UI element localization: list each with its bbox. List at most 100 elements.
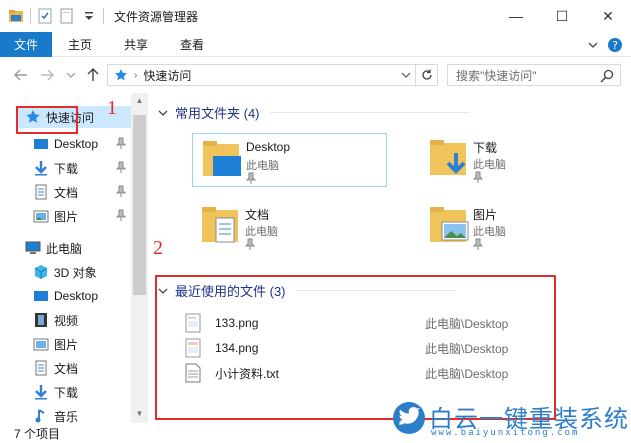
scroll-thumb[interactable] [133,115,146,295]
nav-item-pc-desktop[interactable]: Desktop [33,285,98,307]
nav-item-3d-objects[interactable]: 3D 对象 [33,261,97,283]
group-title: 常用文件夹 (4) [175,106,260,121]
close-button[interactable]: ✕ [585,0,631,32]
folder-tile-pictures[interactable]: 图片 此电脑 [420,200,615,254]
refresh-button[interactable] [416,64,438,86]
annotation-box-1 [16,106,78,134]
address-bar-row: › 快速访问 搜索"快速访问" [0,57,631,93]
documents-folder-icon [202,207,238,243]
help-icon[interactable]: ? [607,37,623,53]
nav-label: 此电脑 [46,241,83,256]
nav-item-pc-documents[interactable]: 文档 [33,357,78,379]
minimize-button[interactable]: — [493,0,539,32]
nav-item-pictures[interactable]: 图片 [33,205,133,227]
search-input[interactable]: 搜索"快速访问" [447,64,621,86]
nav-label: 图片 [54,337,79,352]
ribbon-tabs: 文件 主页 共享 查看 ? [0,31,631,57]
tab-file[interactable]: 文件 [0,31,53,57]
star-icon [115,69,127,81]
nav-label: 文档 [54,361,79,376]
toolbar-separator [30,8,31,24]
tab-home[interactable]: 主页 [52,32,108,57]
title-bar: 文件资源管理器 — ☐ ✕ [0,0,631,32]
nav-label: 下载 [54,385,79,400]
window-title: 文件资源管理器 [114,9,199,24]
chevron-down-icon [158,110,168,116]
new-folder-icon[interactable] [59,8,75,24]
nav-scrollbar[interactable]: ▲ ▼ [131,93,148,423]
pin-icon [473,171,483,183]
folder-location: 此电脑 [246,160,279,172]
back-button[interactable] [10,64,32,86]
nav-item-this-pc[interactable]: 此电脑 [25,237,82,259]
annotation-number-1: 1 [107,97,117,119]
breadcrumb[interactable]: 快速访问 [143,67,191,84]
up-arrow-icon [87,68,99,81]
folder-location: 此电脑 [245,226,278,238]
expand-ribbon-icon[interactable] [587,39,599,51]
quick-access-toolbar [0,0,110,32]
folder-location: 此电脑 [473,159,506,171]
pin-icon [245,238,255,250]
pictures-folder-icon [430,207,469,242]
forward-button[interactable] [36,64,58,86]
item-count: 7 个项目 [14,426,61,441]
maximize-button[interactable]: ☐ [539,0,585,32]
navigation-pane: 快速访问 Desktop 下载 文档 图片 此电脑 3D 对象 Desktop … [0,93,147,423]
scroll-down-icon[interactable]: ▼ [131,409,148,418]
nav-item-desktop[interactable]: Desktop [33,133,133,155]
toolbar-separator [103,8,104,24]
watermark-url: www.baiyunxitong.com [431,428,580,438]
recent-locations-button[interactable] [60,64,82,86]
tab-share[interactable]: 共享 [108,32,164,57]
desktop-icon [34,139,48,149]
address-dropdown-icon[interactable] [401,68,411,82]
group-divider [269,112,470,113]
address-box[interactable]: › 快速访问 [107,64,416,86]
pin-icon [116,209,126,221]
download-arrow-icon [35,161,47,176]
nav-label: 视频 [54,313,79,328]
folder-name: 图片 [473,208,498,222]
watermark: 白云一键重装系统 www.baiyunxitong.com [389,397,631,443]
pin-icon [116,137,126,149]
frequent-folders-header[interactable]: 常用文件夹 (4) [158,103,470,122]
chevron-down-icon [66,72,76,78]
nav-label: Desktop [54,137,99,151]
tab-view[interactable]: 查看 [164,32,220,57]
document-icon [35,360,47,376]
nav-item-downloads[interactable]: 下载 [33,157,133,179]
nav-label: 文档 [54,185,79,200]
picture-icon [33,210,49,223]
nav-label: 3D 对象 [54,265,97,280]
pin-icon [246,172,256,184]
folder-tile-documents[interactable]: 文档 此电脑 [192,200,387,254]
download-arrow-icon [35,385,47,400]
forward-arrow-icon [41,69,54,81]
ribbon-right: ? [587,37,623,53]
pin-icon [473,238,483,250]
folder-name: Desktop [246,140,291,154]
folder-location: 此电脑 [473,226,506,238]
desktop-folder-icon [203,141,241,176]
properties-icon[interactable] [37,8,53,24]
nav-label: 音乐 [54,409,79,424]
nav-label: Desktop [54,289,99,303]
scroll-up-icon[interactable]: ▲ [131,96,148,105]
document-icon [35,184,47,200]
cube-icon [34,265,48,279]
nav-item-videos[interactable]: 视频 [33,309,78,331]
nav-item-pc-pictures[interactable]: 图片 [33,333,78,355]
computer-icon [25,241,41,254]
nav-item-music[interactable]: 音乐 [33,405,78,423]
folder-tile-downloads[interactable]: 下载 此电脑 [420,133,615,187]
up-button[interactable] [82,64,104,86]
customize-dropdown-icon[interactable] [81,8,97,24]
downloads-folder-icon [430,140,466,175]
search-icon[interactable] [600,69,614,83]
nav-item-documents[interactable]: 文档 [33,181,133,203]
breadcrumb-separator-icon: › [134,69,138,81]
folder-tile-desktop[interactable]: Desktop 此电脑 [192,133,387,187]
music-note-icon [35,409,45,423]
nav-item-pc-downloads[interactable]: 下载 [33,381,78,403]
